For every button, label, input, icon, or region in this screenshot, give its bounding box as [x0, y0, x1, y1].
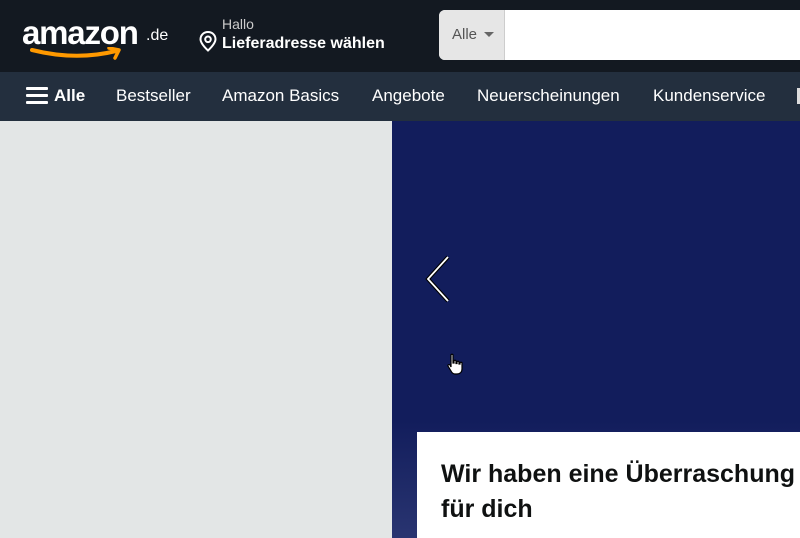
nav-item-bestseller[interactable]: Bestseller — [116, 84, 191, 108]
search-input[interactable] — [506, 10, 800, 60]
promo-card-title: Wir haben eine Überraschung für dich — [441, 460, 796, 523]
amazon-logo[interactable]: amazon .de — [22, 10, 172, 60]
caret-down-icon — [484, 32, 494, 37]
nav-item-neuerscheinungen[interactable]: Neuerscheinungen — [477, 84, 620, 108]
hand-pointer-icon — [447, 353, 463, 375]
deliver-address-label: Lieferadresse wählen — [222, 35, 385, 52]
logo-wordmark: amazon — [22, 14, 139, 51]
hamburger-icon — [26, 87, 48, 105]
search-category-dropdown[interactable]: Alle — [439, 10, 505, 60]
deliver-greeting: Hallo — [222, 16, 254, 32]
location-pin-icon — [199, 30, 217, 52]
chevron-left-icon[interactable] — [420, 249, 460, 309]
delivery-address-selector[interactable]: Hallo Lieferadresse wählen — [198, 16, 418, 56]
nav-item-angebote[interactable]: Angebote — [372, 84, 445, 108]
nav-item-kundenservice[interactable]: Kundenservice — [653, 84, 765, 108]
all-menu-label: Alle — [54, 86, 86, 105]
top-header: amazon .de Hallo Lieferadresse wählen Al… — [0, 0, 800, 72]
nav-item-amazon-basics[interactable]: Amazon Basics — [222, 84, 339, 108]
search-category-label: Alle — [452, 26, 478, 43]
promo-card[interactable]: Wir haben eine Überraschung für dich — [417, 432, 800, 538]
left-placeholder-panel — [0, 121, 392, 538]
nav-bar: Alle Bestseller Amazon Basics Angebote N… — [0, 72, 800, 121]
search-bar: Alle — [439, 10, 800, 60]
logo-tld: .de — [146, 27, 169, 44]
smile-arrow-icon — [30, 47, 121, 60]
